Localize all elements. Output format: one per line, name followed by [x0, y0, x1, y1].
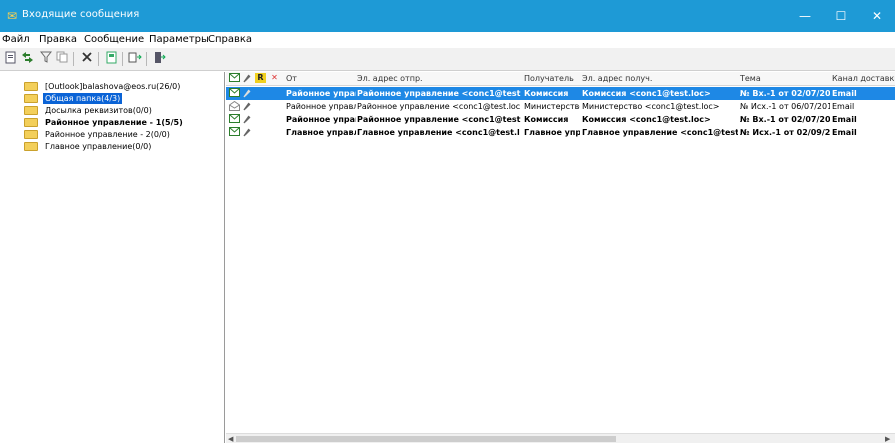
cell-subject: № Вх.-1 от 02/07/2015 — [740, 115, 830, 124]
unread-envelope-icon — [229, 88, 240, 98]
column-from[interactable]: От — [286, 74, 297, 83]
folder-icon — [24, 106, 38, 115]
cell-to-email: Комиссия <conc1@test.loc> — [582, 115, 711, 124]
cell-to: Комиссия — [524, 115, 569, 124]
cell-to: Главное упра — [524, 128, 580, 137]
cell-to-email: Министерство <conc1@test.loc> — [582, 102, 720, 111]
toolbar-separator — [98, 52, 99, 66]
cell-channel: Email — [832, 128, 857, 137]
cell-from: Районное управ — [286, 115, 356, 124]
menu-file[interactable]: Файл — [2, 34, 30, 45]
cell-from: Районное управл — [286, 102, 356, 111]
delete-icon[interactable] — [79, 51, 94, 66]
cell-channel: Email — [832, 102, 855, 111]
column-to-email[interactable]: Эл. адрес получ. — [582, 74, 652, 83]
cell-subject: № Вх.-1 от 02/07/2015 — [740, 89, 830, 98]
column-subject[interactable]: Тема — [740, 74, 761, 83]
cell-to-email: Комиссия <conc1@test.loc> — [582, 89, 711, 98]
folder-label: Главное управление(0/0) — [45, 142, 152, 151]
menu-edit[interactable]: Правка — [39, 34, 77, 45]
title-bar: ✉ Входящие сообщения — ☐ ✕ — [0, 0, 895, 32]
table-row[interactable]: Районное управл Районное управление <con… — [226, 100, 895, 113]
unread-envelope-icon — [229, 127, 240, 137]
folder-label: Районное управление - 2(0/0) — [45, 130, 170, 139]
table-row[interactable]: Районное управ Районное управление <conc… — [226, 87, 895, 100]
priority-icon[interactable]: R — [255, 73, 266, 83]
cell-from-email: Районное управление <conc1@test — [357, 115, 521, 124]
column-from-email[interactable]: Эл. адрес отпр. — [357, 74, 423, 83]
attachment-icon[interactable] — [241, 73, 252, 83]
forward-icon[interactable] — [128, 51, 143, 66]
table-row[interactable]: Главное управл Главное управление <conc1… — [226, 126, 895, 139]
menu-parameters[interactable]: Параметры — [149, 34, 209, 45]
read-envelope-icon — [229, 100, 240, 111]
column-header: R ✕ От Эл. адрес отпр. Получатель Эл. ад… — [226, 72, 895, 86]
folder-label: Досылка реквизитов(0/0) — [45, 106, 152, 115]
filter-icon[interactable] — [38, 51, 53, 66]
envelope-icon[interactable] — [229, 73, 240, 83]
cell-subject: № Исх.-1 от 02/09/201 — [740, 128, 830, 137]
cell-to: Комиссия — [524, 89, 569, 98]
folder-icon — [24, 142, 38, 151]
table-row[interactable]: Районное управ Районное управление <conc… — [226, 113, 895, 126]
cell-subject: № Исх.-1 от 06/07/201 — [740, 102, 830, 111]
menu-help[interactable]: Справка — [208, 34, 252, 45]
cell-from: Главное управл — [286, 128, 356, 137]
folder-icon — [24, 94, 38, 103]
folder-icon — [24, 130, 38, 139]
menu-bar: Файл Правка Сообщение Параметры Справка — [0, 32, 895, 48]
toolbar-separator — [73, 52, 74, 66]
cell-from: Районное управ — [286, 89, 356, 98]
folder-label: Общая папка(4/3) — [43, 93, 123, 104]
send-receive-icon[interactable] — [20, 51, 35, 66]
scroll-right-icon[interactable]: ▶ — [885, 434, 890, 443]
close-button[interactable]: ✕ — [859, 0, 895, 32]
unread-envelope-icon — [229, 114, 240, 124]
cell-channel: Email — [832, 115, 857, 124]
cell-to-email: Главное управление <conc1@test.l — [582, 128, 738, 137]
toolbar-separator — [146, 52, 147, 66]
column-channel[interactable]: Канал доставки — [832, 74, 895, 83]
copy-icon[interactable] — [54, 51, 69, 66]
minimize-button[interactable]: — — [787, 0, 823, 32]
toolbar — [0, 48, 895, 71]
toolbar-separator — [122, 52, 123, 66]
window-title: Входящие сообщения — [22, 9, 140, 20]
message-list: R ✕ От Эл. адрес отпр. Получатель Эл. ад… — [226, 72, 895, 443]
folder-icon — [24, 118, 38, 127]
address-book-icon[interactable] — [104, 51, 119, 66]
folder-tree: [Outlook]balashova@eos.ru(26/0) Общая па… — [0, 72, 225, 443]
horizontal-scrollbar[interactable]: ◀ ▶ — [226, 433, 895, 443]
attachment-icon — [241, 127, 252, 137]
app-icon: ✉ — [6, 9, 18, 23]
cell-from-email: Районное управление <conc1@test.loc — [357, 102, 521, 111]
cell-channel: Email — [832, 89, 857, 98]
attachment-icon — [241, 88, 252, 98]
scroll-left-icon[interactable]: ◀ — [228, 434, 233, 443]
folder-label: [Outlook]balashova@eos.ru(26/0) — [45, 82, 181, 91]
new-message-icon[interactable] — [3, 51, 18, 66]
attachment-icon — [241, 114, 252, 124]
column-to[interactable]: Получатель — [524, 74, 574, 83]
cell-to: Министерство — [524, 102, 580, 111]
delete-mark-icon[interactable]: ✕ — [269, 73, 280, 83]
maximize-button[interactable]: ☐ — [823, 0, 859, 32]
cell-from-email: Районное управление <conc1@test — [357, 89, 521, 98]
cell-from-email: Главное управление <conc1@test.l — [357, 128, 520, 137]
attachment-icon — [241, 101, 252, 111]
exit-icon[interactable] — [152, 51, 167, 66]
folder-icon — [24, 82, 38, 91]
folder-label: Районное управление - 1(5/5) — [45, 118, 183, 127]
scrollbar-thumb[interactable] — [236, 436, 616, 442]
menu-message[interactable]: Сообщение — [84, 34, 144, 45]
